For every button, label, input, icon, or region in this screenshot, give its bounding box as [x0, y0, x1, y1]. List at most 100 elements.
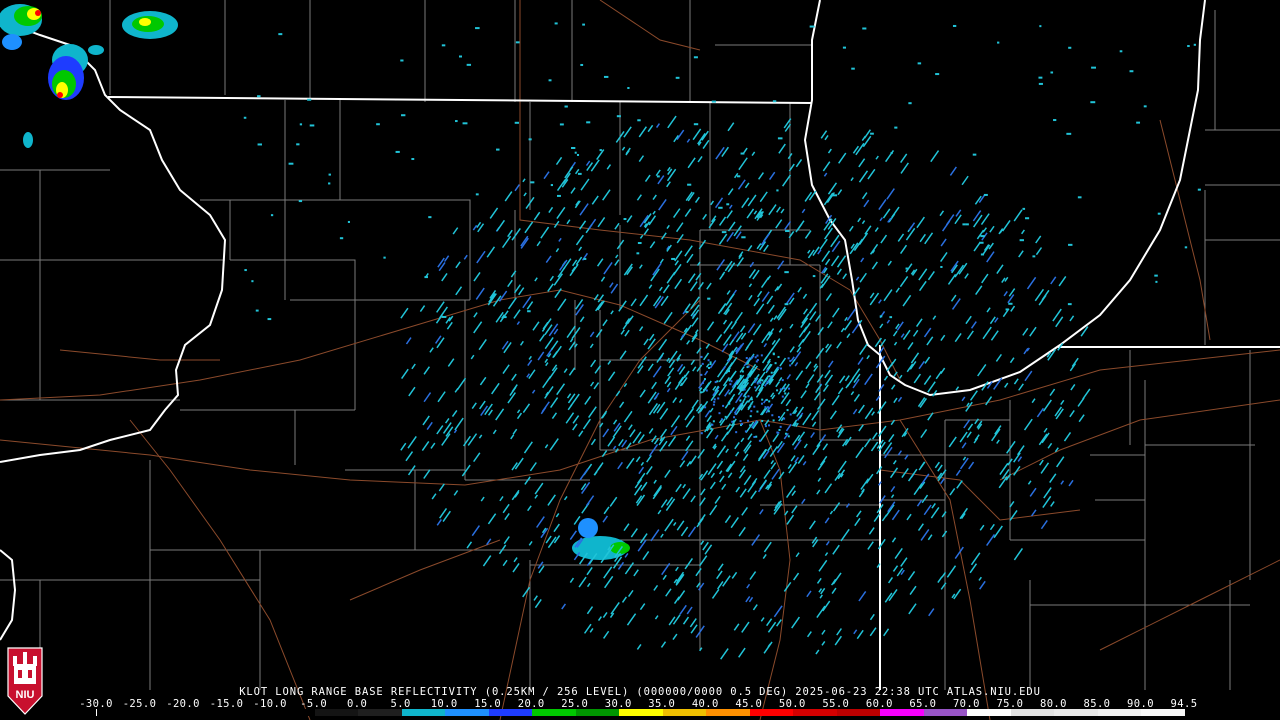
clutter-echo [296, 143, 300, 146]
clutter-echo [395, 150, 400, 153]
colorbar-segment [358, 709, 402, 716]
clutter-echo [1005, 308, 1009, 311]
clutter-echo [693, 56, 698, 59]
clutter-echo [376, 123, 380, 126]
clutter-echo [962, 223, 966, 226]
clutter-echo [952, 24, 957, 27]
clutter-echo [729, 383, 732, 386]
clutter-echo [736, 175, 741, 178]
clutter-echo [756, 382, 759, 385]
clutter-echo [717, 397, 720, 400]
clutter-echo [784, 303, 789, 306]
clutter-echo [787, 435, 790, 438]
clutter-echo [758, 439, 761, 442]
clutter-echo [812, 275, 816, 278]
clutter-echo [455, 120, 458, 123]
clutter-echo [559, 123, 564, 126]
colorbar-segment [662, 709, 707, 716]
colorbar-segment [967, 709, 1011, 716]
clutter-echo [756, 410, 759, 413]
clutter-echo [784, 392, 787, 395]
clutter-echo [1184, 246, 1188, 249]
clutter-echo [764, 425, 767, 428]
clutter-echo [747, 419, 750, 422]
clutter-echo [870, 132, 874, 135]
clutter-echo [983, 193, 988, 196]
clutter-echo [772, 352, 775, 355]
clutter-echo [401, 114, 406, 117]
clutter-echo [550, 184, 553, 187]
clutter-echo [908, 102, 912, 105]
clutter-echo [727, 359, 730, 362]
clutter-echo [774, 362, 777, 365]
clutter-echo [789, 359, 792, 362]
clutter-echo [760, 354, 763, 357]
clutter-echo [765, 398, 768, 401]
clutter-echo [298, 200, 303, 203]
clutter-echo [309, 124, 315, 127]
clutter-echo [714, 381, 717, 384]
clutter-echo [779, 388, 782, 391]
colorbar-segment [619, 709, 663, 716]
clutter-echo [721, 231, 727, 234]
colorbar-segment [1010, 709, 1055, 716]
clutter-echo [267, 318, 272, 321]
clutter-echo [771, 414, 774, 417]
clutter-echo [424, 276, 429, 279]
clutter-echo [739, 420, 742, 423]
clutter-echo [243, 116, 247, 119]
clutter-echo [713, 400, 716, 403]
clutter-echo [700, 355, 703, 358]
clutter-echo [687, 183, 692, 186]
clutter-echo [747, 395, 750, 398]
clutter-echo [749, 424, 752, 427]
clutter-echo [307, 98, 312, 101]
colorbar-segment [488, 709, 533, 716]
clutter-echo [1129, 70, 1134, 73]
colorbar-tick-labels: -30.0 -25.0 -20.0 -15.0 -10.0 -5.0 0.0 5.0 10.0 1… [79, 698, 1197, 710]
clutter-echo [761, 398, 764, 401]
clutter-echo [772, 419, 775, 422]
clutter-echo [712, 403, 715, 406]
clutter-echo [729, 356, 732, 359]
clutter-echo [862, 27, 867, 30]
clutter-echo [753, 435, 756, 438]
clutter-echo [761, 419, 764, 422]
clutter-echo [1022, 207, 1026, 210]
clutter-echo [766, 406, 769, 409]
clutter-echo [475, 193, 479, 196]
radar-map [0, 0, 1280, 720]
clutter-echo [713, 398, 716, 401]
colorbar-segment [706, 709, 750, 716]
clutter-echo [767, 424, 770, 427]
clutter-echo [571, 146, 576, 149]
colorbar-segment [793, 709, 837, 716]
clutter-echo [727, 370, 730, 373]
clutter-echo [710, 427, 713, 430]
clutter-echo [744, 381, 747, 384]
clutter-echo [750, 402, 753, 405]
clutter-echo [739, 399, 742, 402]
clutter-echo [462, 122, 468, 125]
clutter-echo [745, 357, 748, 360]
clutter-echo [787, 357, 790, 360]
clutter-echo [257, 143, 262, 146]
clutter-echo [637, 119, 641, 122]
product-title: KLOT LONG RANGE BASE REFLECTIVITY (0.25K… [239, 686, 1041, 698]
clutter-echo [972, 153, 977, 156]
clutter-echo [767, 410, 770, 413]
niu-logo: NIU [7, 647, 43, 715]
clutter-echo [580, 63, 584, 66]
clutter-echo [1157, 212, 1161, 215]
clutter-echo [789, 413, 792, 416]
clutter-echo [979, 241, 984, 244]
clutter-echo [1193, 43, 1196, 46]
clutter-echo [764, 406, 767, 409]
clutter-echo [783, 417, 786, 420]
clutter-echo [637, 242, 642, 245]
clutter-echo [1136, 121, 1141, 124]
clutter-echo [809, 25, 815, 28]
clutter-echo [777, 431, 780, 434]
clutter-echo [496, 148, 500, 151]
colorbar-segment [1054, 709, 1098, 716]
